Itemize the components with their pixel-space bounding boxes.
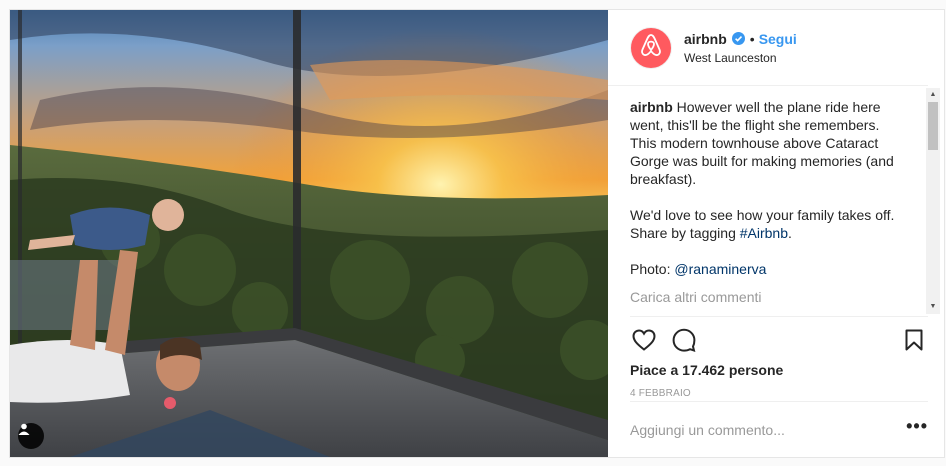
- scroll-up-arrow-icon[interactable]: ▲: [926, 88, 940, 102]
- save-button[interactable]: [900, 329, 928, 357]
- post-photo[interactable]: [10, 10, 608, 457]
- caption-username[interactable]: airbnb: [630, 99, 673, 115]
- mention-link[interactable]: @ranaminerva: [674, 261, 766, 277]
- hashtag-link[interactable]: #Airbnb: [740, 225, 788, 241]
- header-text: airbnb • Segui West Launceston: [684, 31, 797, 65]
- load-more-comments-button[interactable]: Carica altri commenti: [630, 288, 920, 306]
- add-comment-section: •••: [630, 401, 928, 457]
- caption-text-2-end: .: [788, 225, 792, 241]
- separator-dot: •: [749, 30, 755, 47]
- post-side-panel: airbnb • Segui West Launceston airbnb Ho…: [608, 10, 944, 457]
- comment-button[interactable]: [670, 328, 698, 357]
- airbnb-logo-icon: [640, 33, 662, 62]
- location-link[interactable]: West Launceston: [684, 51, 797, 65]
- more-options-button[interactable]: •••: [906, 416, 928, 443]
- post-date[interactable]: 4 FEBBRAIO: [630, 388, 928, 399]
- comments-scrollbar[interactable]: ▲ ▼: [926, 88, 940, 314]
- instagram-post: airbnb • Segui West Launceston airbnb Ho…: [9, 9, 945, 458]
- header-row: airbnb • Segui: [684, 31, 797, 47]
- username-link[interactable]: airbnb: [684, 31, 727, 47]
- bookmark-icon: [905, 329, 923, 356]
- avatar[interactable]: [630, 26, 672, 69]
- caption: airbnb However well the plane ride here …: [630, 98, 906, 278]
- heart-icon: [632, 329, 656, 356]
- photo-illustration: [10, 10, 608, 457]
- comment-bubble-icon: [672, 328, 696, 357]
- action-bar: [630, 316, 928, 358]
- post-header: airbnb • Segui West Launceston: [608, 10, 928, 86]
- follow-button[interactable]: Segui: [759, 31, 797, 47]
- scroll-thumb[interactable]: [928, 102, 938, 150]
- like-button[interactable]: [630, 329, 658, 357]
- comments-area[interactable]: airbnb However well the plane ride here …: [608, 86, 944, 316]
- scroll-down-arrow-icon[interactable]: ▼: [926, 300, 940, 314]
- photo-credit-label: Photo:: [630, 261, 675, 277]
- comment-input[interactable]: [630, 421, 907, 438]
- likes-count[interactable]: Piace a 17.462 persone: [630, 362, 928, 378]
- tagged-users-button[interactable]: [18, 423, 44, 449]
- verified-badge-icon: [731, 32, 745, 45]
